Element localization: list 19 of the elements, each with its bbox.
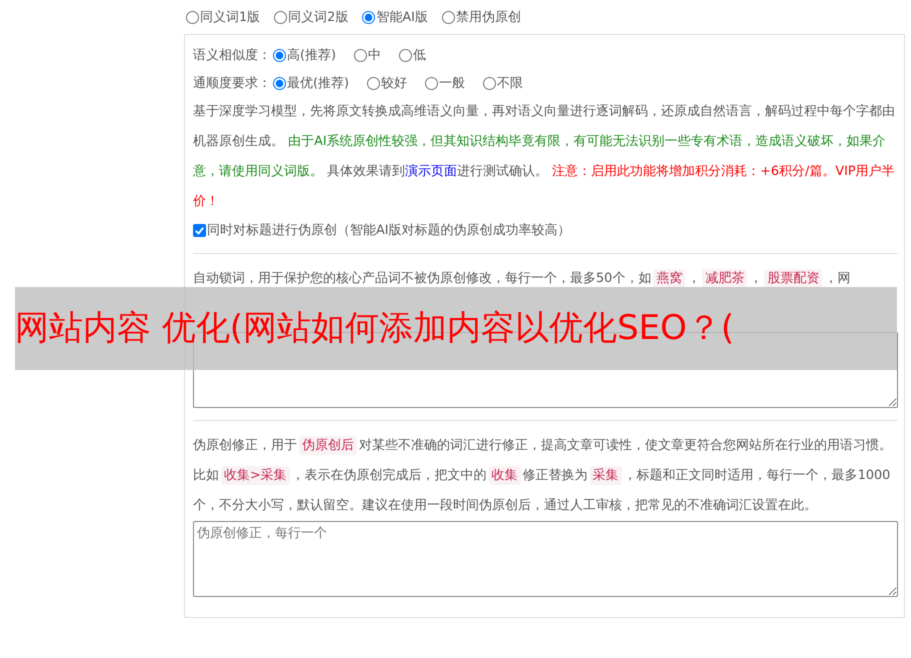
title-checkbox-option[interactable]: 同时对标题进行伪原创（智能AI版对标题的伪原创成功率较高） [193,217,898,243]
radio-option[interactable]: 低 [399,46,426,64]
mode-radio-option[interactable]: 同义词1版 [186,8,260,26]
radio-option[interactable]: 不限 [483,74,523,92]
radio-option[interactable]: 中 [354,46,381,64]
title-banner-overlay: 网站内容 优化(网站如何添加内容以优化SEO？( [15,287,897,370]
mode-radio-option[interactable]: 禁用伪原创 [442,8,521,26]
correction-input[interactable]: 伪原创修正，每行一个 [193,521,898,597]
radio-option[interactable]: 一般 [425,74,465,92]
radio-option[interactable]: 高(推荐) [273,46,336,64]
correction-description: 伪原创修正，用于 伪原创后 对某些不准确的词汇进行修正，提高文章可读性，使文章更符合您网站所在行业的用语习惯。比如 收集>采集 ，表示在伪原创完成后，把文中的 收集 修正替换为 采集 ，标题和正文同时适用，每行一个，最多1000个，不分大小写，默认留空。建议在使用一段时间伪原创后，通过人工审核，把常见的不准确词汇设置在此。 [193,435,893,515]
setting-label: 通顺度要求： [193,74,271,92]
radio-option[interactable]: 较好 [367,74,407,92]
demo-page-link[interactable]: 演示页面 [405,164,458,179]
mode-radio-option[interactable]: 同义词2版 [274,8,348,26]
ai-description: 基于深度学习模型，先将原文转换成高维语义向量，再对语义向量进行逐词解码，还原成自然语言，解码过程中每个字都由机器原创生成。 由于AI系统原创性较强，但其知识结构毕竟有限，有可能无法识别一些专有术语，造成语义破坏，如果介意，请使用同义词版。 具体效果请到演示页面进行测试确认。 注意：启用此功能将增加积分消耗：+6积分/篇。VIP用户半价！ [193,103,896,211]
mode-radio-option[interactable]: 智能AI版 [362,8,428,26]
setting-label: 语义相似度： [193,46,271,64]
radio-option[interactable]: 最优(推荐) [273,74,349,92]
